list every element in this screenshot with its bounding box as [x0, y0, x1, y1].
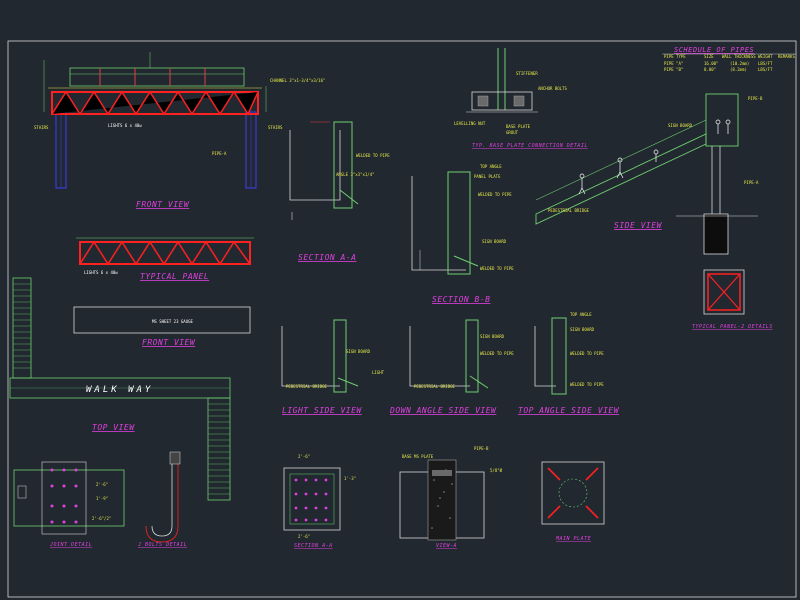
lsv-bridge-label: PEDESTRIAL BRIDGE	[286, 384, 328, 389]
top-angle-side-view-drawing	[534, 317, 567, 395]
schedule-of-pipes-table: SCHEDULE OF PIPES PIPE TYPE SIZE WALL TH…	[662, 46, 796, 72]
front-view-top-title: FRONT VIEW	[136, 200, 190, 209]
section-aa-bottom-title: SECTION A-A	[294, 543, 333, 549]
aa-angle-label: ANGLE 3"x3"x1/4"	[336, 172, 375, 177]
typical-panel-drawing	[76, 237, 254, 266]
schedule-row2-size: 8.00"	[704, 67, 716, 72]
lights-label: LIGHTS 6 x 40w	[108, 123, 142, 128]
typical-panel-2-drawing	[703, 269, 745, 315]
sv-bridge-label: PEDESTRIAL BRIDGE	[548, 208, 590, 213]
bb-welded-label: WELDED TO PIPE	[478, 192, 512, 197]
main-plate-title: MAIN PLATE	[555, 536, 591, 542]
front-view-mid-title: FRONT VIEW	[142, 338, 196, 347]
bb-welded-label-2: WELDED TO PIPE	[480, 266, 514, 271]
sv-pipe-b-label: PIPE-B	[748, 96, 763, 101]
joint-detail-title: JOINT DETAIL	[49, 542, 92, 548]
saa-dim-bottom: 2'-6"	[298, 534, 310, 539]
channel-label: CHANNEL 3"x1-3/4"x3/16"	[270, 78, 325, 83]
tasv-top-angle-label: TOP ANGLE	[570, 312, 592, 317]
typical-panel-title: TYPICAL PANEL	[140, 272, 209, 281]
down-angle-side-view-title: DOWN ANGLE SIDE VIEW	[389, 406, 497, 415]
panel-lights-label: LIGHTS 6 x 40w	[84, 270, 118, 275]
j-bolts-drawing	[145, 451, 181, 543]
typical-panel-details-title: TYPICAL PANEL-2 DETAILS	[692, 324, 773, 330]
joint-dim-2: 1'-9"	[96, 496, 108, 501]
schedule-header-remarks: REMARKS	[778, 54, 795, 59]
stairs-label-right: STAIRS	[268, 125, 283, 130]
pipe-a-label-front: PIPE-A	[212, 151, 227, 156]
section-aa-bottom-drawing	[283, 467, 341, 531]
va-base-plate-label: BASE MS PLATE	[402, 454, 434, 459]
bp-leveling-label: LEVELLING NUT	[454, 121, 486, 126]
bp-stiffener-label: STIFFENER	[516, 71, 538, 76]
tasv-sign-board-label: SIGN BOARD	[570, 327, 595, 332]
walkway-label: WALK WAY	[86, 385, 153, 395]
joint-dim-3: 2'-6"/2"	[92, 516, 111, 521]
sheet-gauge-label: MS SHEET 23 GAUGE	[152, 319, 194, 324]
view-a-drawing	[399, 459, 485, 541]
view-a-title: VIEW-A	[436, 543, 457, 549]
base-plate-detail-title: TYP. BASE PLATE CONNECTION DETAIL	[472, 143, 588, 149]
schedule-row2-wall: (8.2mm)	[730, 67, 747, 72]
tasv-welded-label: WELDED TO PIPE	[570, 351, 604, 356]
section-aa-drawing	[289, 121, 359, 220]
bb-sign-board-label: SIGN BOARD	[482, 239, 507, 244]
saa-dim-top: 2'-6"	[298, 454, 310, 459]
schedule-row1-weight: LBS/FT	[758, 61, 773, 66]
aa-welded-label: WELDED TO PIPE	[356, 153, 390, 158]
bp-anchor-label: ANCHOR BOLTS	[538, 86, 567, 91]
light-side-view-title: LIGHT SIDE VIEW	[282, 406, 362, 415]
side-view-drawing	[535, 93, 758, 255]
section-bb-drawing	[411, 171, 479, 275]
schedule-header-pipe: PIPE TYPE	[664, 54, 686, 59]
dasv-welded-label: WELDED TO PIPE	[480, 351, 514, 356]
bb-top-angle-label: TOP ANGLE	[480, 164, 502, 169]
va-pipe-b-label: PIPE-B	[474, 446, 489, 451]
cad-drawing-canvas: LIGHTS 6 x 40w CHANNEL 3"x1-3/4"x3/16" S…	[7, 40, 797, 598]
sv-pipe-a-label: PIPE-A	[744, 180, 759, 185]
down-angle-side-view-drawing	[409, 319, 489, 393]
schedule-title: SCHEDULE OF PIPES	[674, 46, 754, 54]
joint-dim-1: 2'-6"	[96, 482, 108, 487]
section-bb-title: SECTION B-B	[432, 295, 490, 304]
lsv-light-label: LIGHT	[372, 370, 385, 375]
side-view-title: SIDE VIEW	[614, 221, 663, 230]
bp-grout-label: GROUT	[506, 130, 519, 135]
main-plate-drawing	[541, 461, 605, 525]
dasv-bridge-label: PEDESTRIAL BRIDGE	[414, 384, 456, 389]
top-view-title: TOP VIEW	[92, 423, 135, 432]
schedule-row1-size: 16.00"	[704, 61, 718, 66]
bp-base-plate-label: BASE PLATE	[506, 124, 531, 129]
tasv-welded-label-2: WELDED TO PIPE	[570, 382, 604, 387]
stairs-label-left: STAIRS	[34, 125, 49, 130]
section-aa-title: SECTION A-A	[298, 253, 356, 262]
schedule-header-weight: WEIGHT	[758, 54, 773, 59]
base-plate-detail-drawing	[466, 48, 538, 113]
schedule-row1-pipe: PIPE "A"	[664, 61, 683, 66]
front-view-top-drawing	[43, 52, 267, 189]
schedule-header-size: SIZE	[704, 54, 714, 59]
sv-sign-board-label: SIGN BOARD	[668, 123, 693, 128]
va-dim-label: 5/8"Ø	[490, 468, 503, 473]
schedule-header-wall: WALL THICKNESS	[722, 54, 756, 59]
light-side-view-drawing	[281, 319, 359, 393]
dasv-sign-board-label: SIGN BOARD	[480, 334, 505, 339]
schedule-row1-wall: (10.2mm)	[730, 61, 749, 66]
top-angle-side-view-title: TOP ANGLE SIDE VIEW	[518, 406, 620, 415]
bb-panel-plate-label: PANEL PLATE	[474, 174, 501, 179]
j-bolts-title: J BOLTS DETAIL	[137, 542, 187, 548]
schedule-row2-pipe: PIPE "B"	[664, 67, 683, 72]
saa-dim-side: 1'-3"	[344, 476, 356, 481]
schedule-row2-weight: LBS/FT	[758, 67, 773, 72]
lsv-sign-board-label: SIGN BOARD	[346, 349, 371, 354]
